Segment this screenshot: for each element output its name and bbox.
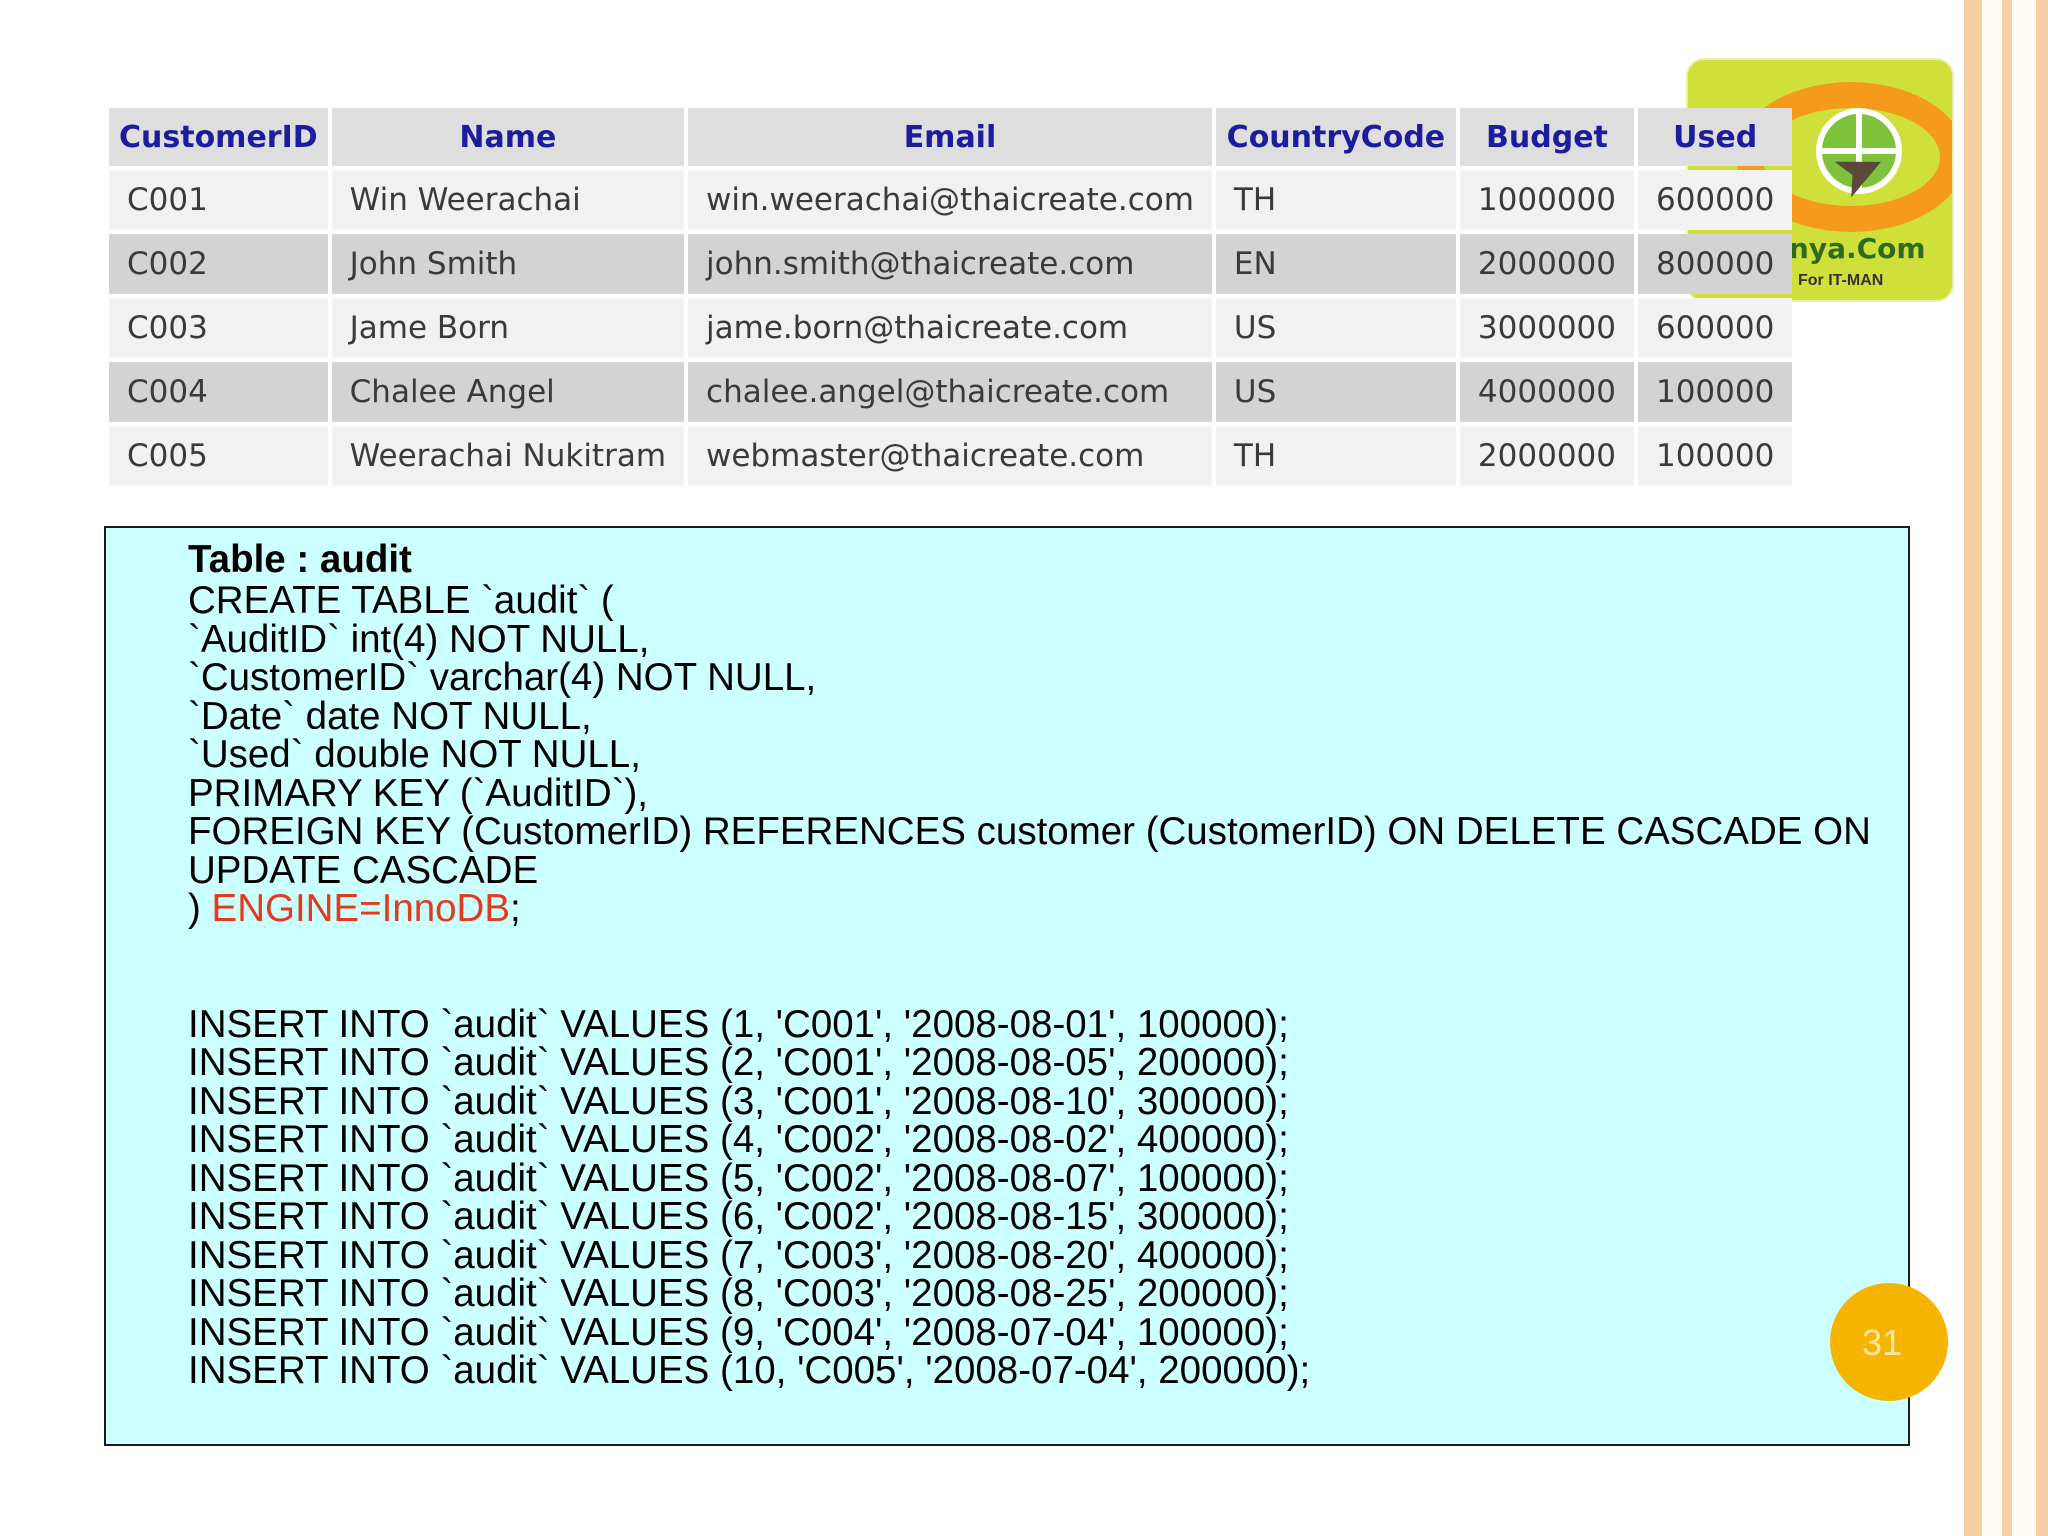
insert-line: INSERT INTO `audit` VALUES (8, 'C003', '… bbox=[188, 1272, 1289, 1315]
code-line: `Date` date NOT NULL, bbox=[188, 694, 592, 738]
code-spacer bbox=[188, 929, 1898, 1006]
table-row: C002 John Smith john.smith@thaicreate.co… bbox=[109, 234, 1793, 294]
cell-country-code: US bbox=[1215, 362, 1456, 422]
code-line: `AuditID` int(4) NOT NULL, bbox=[188, 617, 650, 661]
insert-line: INSERT INTO `audit` VALUES (10, 'C005', … bbox=[188, 1349, 1311, 1392]
cell-country-code: TH bbox=[1215, 170, 1456, 230]
cell-customer-id: C002 bbox=[109, 234, 328, 294]
code-line: FOREIGN KEY (CustomerID) REFERENCES cust… bbox=[188, 810, 1871, 892]
code-line: CREATE TABLE `audit` ( bbox=[188, 579, 614, 622]
cell-customer-id: C005 bbox=[109, 426, 328, 486]
decor-stripe bbox=[2002, 0, 2012, 1536]
cell-name: Chalee Angel bbox=[331, 362, 685, 422]
cell-name: John Smith bbox=[331, 234, 685, 294]
table-header-row: CustomerID Name Email CountryCode Budget… bbox=[109, 108, 1793, 166]
code-line: `CustomerID` varchar(4) NOT NULL, bbox=[188, 656, 817, 699]
cell-country-code: EN bbox=[1215, 234, 1456, 294]
cell-country-code: US bbox=[1215, 298, 1456, 358]
cell-used: 100000 bbox=[1637, 362, 1793, 422]
cell-customer-id: C003 bbox=[109, 298, 328, 358]
column-header: CustomerID bbox=[109, 108, 328, 166]
engine-keyword: ENGINE=InnoDB bbox=[211, 887, 511, 930]
cell-email: chalee.angel@thaicreate.com bbox=[688, 362, 1212, 422]
closing-paren: ) bbox=[188, 887, 212, 930]
insert-line: INSERT INTO `audit` VALUES (1, 'C001', '… bbox=[188, 1002, 1289, 1046]
cell-name: Jame Born bbox=[331, 298, 685, 358]
insert-line: INSERT INTO `audit` VALUES (2, 'C001', '… bbox=[188, 1041, 1289, 1084]
insert-line: INSERT INTO `audit` VALUES (6, 'C002', '… bbox=[188, 1195, 1289, 1238]
cell-customer-id: C001 bbox=[109, 170, 328, 230]
closing-semicolon: ; bbox=[510, 887, 521, 930]
cell-budget: 2000000 bbox=[1459, 426, 1634, 486]
insert-line: INSERT INTO `audit` VALUES (7, 'C003', '… bbox=[188, 1233, 1289, 1277]
decor-stripe bbox=[1982, 0, 2002, 1536]
cell-email: john.smith@thaicreate.com bbox=[688, 234, 1212, 294]
decor-stripe bbox=[2036, 0, 2048, 1536]
page-number: 31 bbox=[1862, 1322, 1903, 1363]
cell-used: 600000 bbox=[1637, 170, 1793, 230]
cell-email: webmaster@thaicreate.com bbox=[688, 426, 1212, 486]
decor-stripe bbox=[1964, 0, 1982, 1536]
cell-name: Win Weerachai bbox=[331, 170, 685, 230]
cell-budget: 3000000 bbox=[1459, 298, 1634, 358]
cell-used: 800000 bbox=[1637, 234, 1793, 294]
table-row: C003 Jame Born jame.born@thaicreate.com … bbox=[109, 298, 1793, 358]
column-header: Used bbox=[1637, 108, 1793, 166]
cell-budget: 4000000 bbox=[1459, 362, 1634, 422]
table-row: C001 Win Weerachai win.weerachai@thaicre… bbox=[109, 170, 1793, 230]
code-line-closing: ) ENGINE=InnoDB; bbox=[188, 887, 1898, 930]
code-title: Table : audit bbox=[188, 538, 412, 581]
table-row: C004 Chalee Angel chalee.angel@thaicreat… bbox=[109, 362, 1793, 422]
code-line: PRIMARY KEY (`AuditID`), bbox=[188, 771, 648, 815]
cell-country-code: TH bbox=[1215, 426, 1456, 486]
column-header: Name bbox=[331, 108, 685, 166]
code-content: Table : audit CREATE TABLE `audit` ( `Au… bbox=[188, 538, 1898, 1391]
cell-customer-id: C004 bbox=[109, 362, 328, 422]
insert-line: INSERT INTO `audit` VALUES (3, 'C001', '… bbox=[188, 1079, 1289, 1123]
column-header: CountryCode bbox=[1215, 108, 1456, 166]
logo-tagline: For IT-MAN bbox=[1798, 272, 1884, 289]
customer-table: CustomerID Name Email CountryCode Budget… bbox=[105, 104, 1796, 490]
insert-line: INSERT INTO `audit` VALUES (5, 'C002', '… bbox=[188, 1156, 1289, 1200]
code-box: Table : audit CREATE TABLE `audit` ( `Au… bbox=[104, 526, 1910, 1446]
insert-line: INSERT INTO `audit` VALUES (4, 'C002', '… bbox=[188, 1118, 1289, 1161]
cell-email: jame.born@thaicreate.com bbox=[688, 298, 1212, 358]
table-row: C005 Weerachai Nukitram webmaster@thaicr… bbox=[109, 426, 1793, 486]
column-header: Budget bbox=[1459, 108, 1634, 166]
cell-budget: 2000000 bbox=[1459, 234, 1634, 294]
cell-email: win.weerachai@thaicreate.com bbox=[688, 170, 1212, 230]
cell-used: 600000 bbox=[1637, 298, 1793, 358]
insert-line: INSERT INTO `audit` VALUES (9, 'C004', '… bbox=[188, 1310, 1289, 1354]
cell-used: 100000 bbox=[1637, 426, 1793, 486]
cell-name: Weerachai Nukitram bbox=[331, 426, 685, 486]
column-header: Email bbox=[688, 108, 1212, 166]
code-line: `Used` double NOT NULL, bbox=[188, 733, 641, 776]
cell-budget: 1000000 bbox=[1459, 170, 1634, 230]
